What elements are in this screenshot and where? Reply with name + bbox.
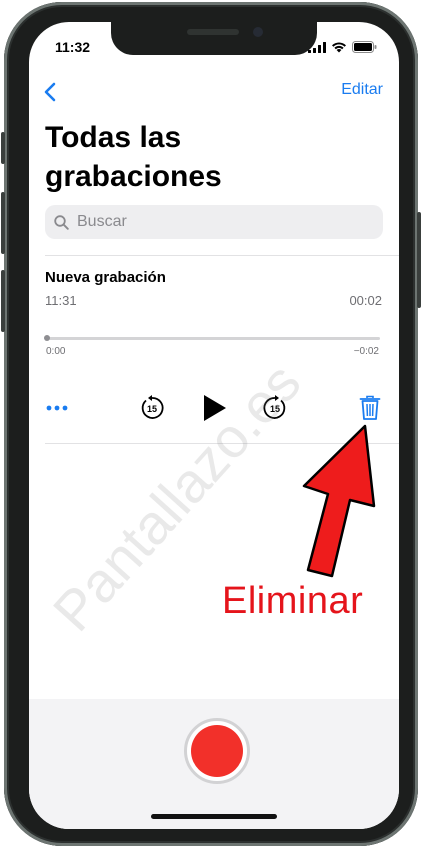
- side-button-volume-up: [1, 192, 5, 254]
- delete-button[interactable]: [357, 394, 383, 422]
- status-time: 11:32: [55, 39, 91, 55]
- annotation-label: Eliminar: [222, 580, 364, 622]
- chevron-left-icon: [44, 82, 56, 102]
- elapsed-time: 0:00: [46, 346, 66, 357]
- playback-scrubber[interactable]: [44, 335, 380, 341]
- list-separator-top: [45, 255, 399, 256]
- remaining-time: −0:02: [353, 346, 379, 357]
- speaker-grille: [187, 29, 239, 35]
- page-title: Todas las grabaciones: [45, 121, 222, 193]
- trash-icon: [359, 395, 381, 420]
- battery-icon: [352, 41, 377, 53]
- svg-text:15: 15: [147, 404, 157, 414]
- back-button[interactable]: [39, 80, 61, 104]
- more-button[interactable]: [43, 398, 71, 418]
- recording-title[interactable]: Nueva grabación: [45, 269, 166, 286]
- front-camera: [253, 27, 263, 37]
- side-button-power: [417, 212, 421, 308]
- more-icon: [46, 405, 68, 411]
- side-button-silent: [1, 132, 5, 164]
- home-indicator[interactable]: [151, 814, 277, 819]
- record-button[interactable]: [184, 718, 250, 784]
- status-icons: [308, 41, 377, 53]
- signal-icon: [308, 41, 326, 53]
- red-arrow-annotation: [302, 424, 376, 578]
- scrubber-knob[interactable]: [44, 335, 50, 341]
- side-button-volume-down: [1, 270, 5, 332]
- record-button-core: [191, 725, 243, 777]
- wifi-icon: [332, 41, 346, 52]
- search-input[interactable]: [75, 212, 369, 232]
- recording-time: 11:31: [45, 293, 77, 308]
- notch: [111, 22, 317, 55]
- skip-back-15-icon: 15: [141, 395, 164, 419]
- search-icon: [54, 214, 69, 230]
- search-bar[interactable]: [45, 205, 383, 239]
- skip-back-15-button[interactable]: 15: [138, 394, 166, 422]
- edit-button[interactable]: Editar: [341, 81, 383, 99]
- recording-duration: 00:02: [349, 293, 382, 308]
